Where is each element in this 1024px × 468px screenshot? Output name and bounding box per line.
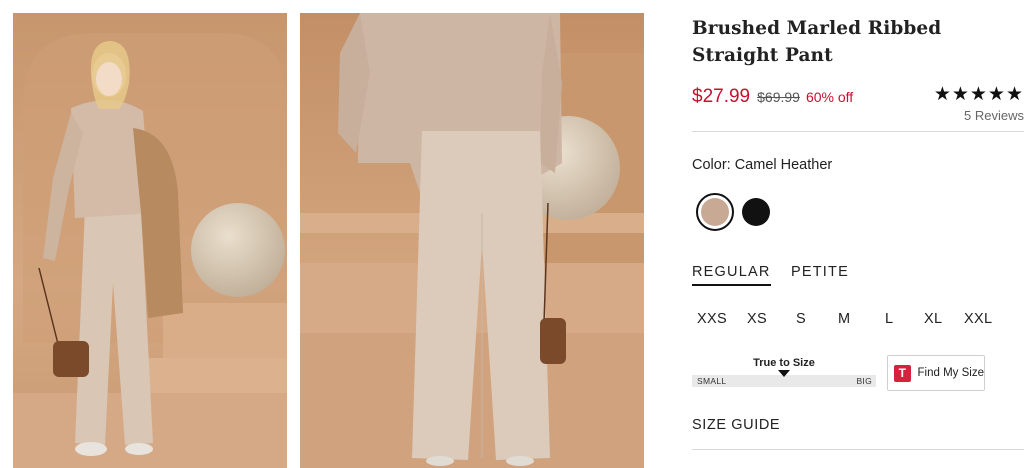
find-my-size-button[interactable]: T Find My Size (887, 355, 985, 391)
size-option-xl[interactable]: XL (924, 311, 942, 327)
swatch-camel-heather[interactable] (696, 193, 734, 231)
size-option-m[interactable]: M (838, 311, 850, 327)
swatch-camel-heather-chip (701, 198, 729, 226)
size-option-xs[interactable]: XS (747, 311, 767, 327)
product-photo-back-illustration (300, 13, 644, 468)
product-image-front[interactable] (13, 13, 287, 468)
size-option-s[interactable]: S (796, 311, 806, 327)
product-image-back[interactable] (300, 13, 644, 468)
tab-petite[interactable]: PETITE (791, 264, 849, 280)
swatch-black[interactable] (742, 198, 770, 226)
truefit-logo-icon: T (894, 364, 911, 382)
star-rating-icon: ★★★★★ (933, 83, 1024, 105)
sale-price: $27.99 (692, 86, 751, 107)
size-selector: XXS XS S M L XL XXL (692, 311, 1012, 329)
divider (692, 131, 1024, 132)
discount-label: 60% off (805, 89, 854, 105)
color-label: Color: Camel Heather (692, 157, 833, 173)
find-my-size-label: Find My Size (917, 367, 984, 379)
size-option-l[interactable]: L (885, 311, 893, 327)
fit-meter: True to Size SMALL BIG (692, 357, 876, 387)
price-row: $27.99 $69.99 60% off (692, 86, 853, 108)
tab-regular[interactable]: REGULAR (692, 264, 771, 286)
size-guide-link[interactable]: SIZE GUIDE (692, 417, 780, 433)
original-price: $69.99 (757, 89, 800, 105)
fit-meter-big-label: BIG (856, 376, 872, 386)
fit-meter-small-label: SMALL (697, 376, 727, 386)
size-option-xxs[interactable]: XXS (697, 311, 727, 327)
rating-summary[interactable]: ★★★★★ 5 Reviews (904, 83, 1024, 123)
size-option-xxl[interactable]: XXL (964, 311, 992, 327)
fit-meter-title: True to Size (753, 357, 815, 369)
product-info-panel: Brushed Marled Ribbed Straight Pant $27.… (692, 0, 1024, 468)
product-photo-front-illustration (13, 13, 287, 468)
reviews-link[interactable]: 5 Reviews (904, 108, 1024, 123)
product-title: Brushed Marled Ribbed Straight Pant (692, 18, 942, 66)
fit-marker-icon (778, 370, 790, 377)
divider (692, 449, 1024, 450)
